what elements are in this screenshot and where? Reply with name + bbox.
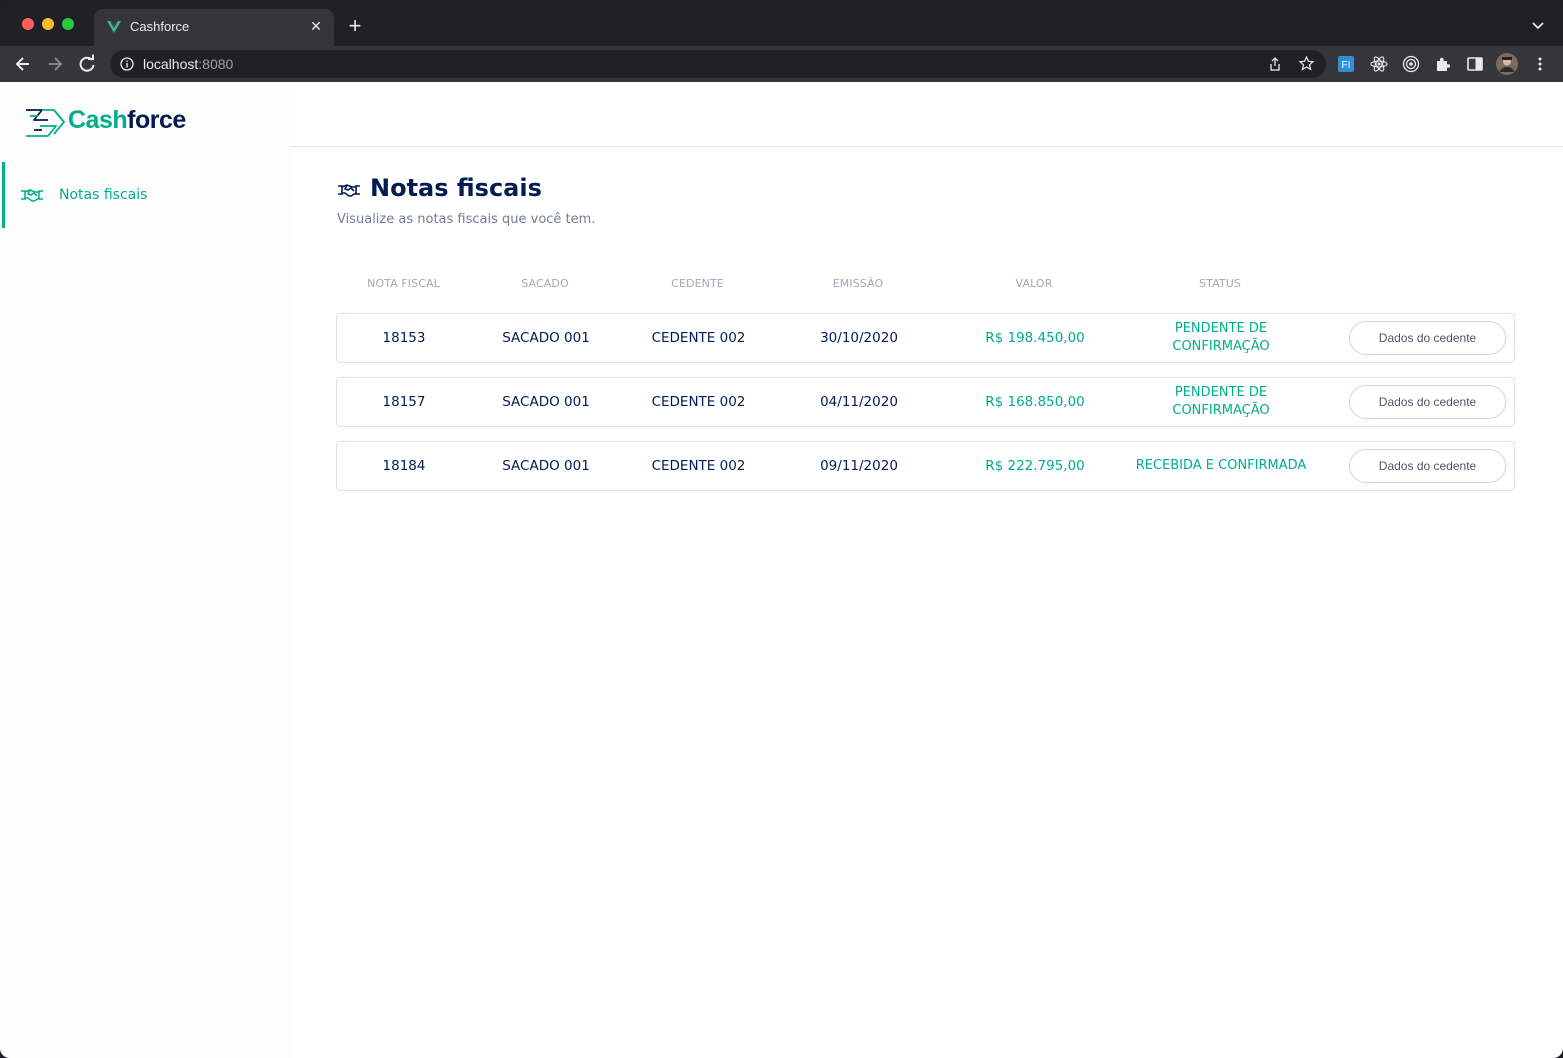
column-header-emissao: EMISSÃO [832, 277, 884, 290]
sidebar-item-label: Notas fiscais [59, 187, 148, 203]
svg-text:FI: FI [1342, 60, 1351, 71]
browser-toolbar: localhost:8080 FI [0, 46, 1563, 82]
cell-status: PENDENTE DE CONFIRMAÇÃO [1128, 378, 1314, 426]
active-indicator [2, 162, 5, 228]
cell-sacado: SACADO 001 [502, 394, 590, 410]
handshake-icon [338, 184, 360, 197]
status-line-1: PENDENTE DE [1174, 321, 1268, 336]
site-info-icon[interactable] [120, 57, 134, 71]
status-line-1: PENDENTE DE [1174, 385, 1268, 400]
cell-status: RECEBIDA E CONFIRMADA [1135, 458, 1307, 473]
cell-emissao: 09/11/2020 [820, 458, 898, 474]
table-row: 18184 SACADO 001 CEDENTE 002 09/11/2020 … [336, 441, 1515, 491]
cell-cedente: CEDENTE 002 [651, 458, 746, 474]
column-header-valor: VALOR [1015, 277, 1053, 290]
table-header: NOTA FISCAL SACADO CEDENTE EMISSÃO VALOR… [337, 277, 1515, 295]
tab-search-chevron-icon[interactable] [1531, 18, 1545, 32]
share-icon[interactable] [1268, 57, 1282, 71]
new-tab-button[interactable]: + [345, 15, 365, 37]
side-panel-icon[interactable] [1466, 55, 1484, 73]
tab-bar: Cashforce ✕ + [0, 0, 1563, 46]
page-topbar [289, 82, 1563, 147]
cell-nota-fiscal: 18157 [382, 394, 426, 410]
browser-tab[interactable]: Cashforce ✕ [94, 9, 334, 46]
status-line-2: CONFIRMAÇÃO [1172, 403, 1270, 418]
extensions-puzzle-icon[interactable] [1434, 55, 1452, 73]
tab-title: Cashforce [130, 19, 190, 34]
reload-icon[interactable] [77, 54, 97, 74]
browser-window: Cashforce ✕ + localhost:8080 FI Cashforc… [0, 0, 1563, 1058]
column-header-nota-fiscal: NOTA FISCAL [367, 277, 440, 290]
cell-sacado: SACADO 001 [502, 330, 590, 346]
cell-valor: R$ 168.850,00 [985, 394, 1085, 410]
cell-nota-fiscal: 18153 [382, 330, 426, 346]
sidebar: Cashforce Notas fiscais [0, 82, 289, 1058]
close-window-button[interactable] [22, 18, 34, 30]
minimize-window-button[interactable] [42, 18, 54, 30]
url-text: localhost:8080 [143, 56, 233, 72]
cell-cedente: CEDENTE 002 [651, 330, 746, 346]
more-menu-icon[interactable] [1531, 55, 1549, 73]
vue-logo-icon [107, 21, 121, 33]
page-title: Notas fiscais [370, 174, 542, 202]
sidebar-item-notas-fiscais[interactable]: Notas fiscais [0, 162, 289, 228]
url-port: :8080 [198, 56, 234, 72]
handshake-icon [21, 189, 43, 202]
logo-wordmark: Cashforce [68, 106, 186, 135]
cell-valor: R$ 198.450,00 [985, 330, 1085, 346]
tab-close-icon[interactable]: ✕ [308, 18, 324, 34]
cell-sacado: SACADO 001 [502, 458, 590, 474]
address-bar[interactable]: localhost:8080 [110, 50, 1326, 78]
column-header-cedente: CEDENTE [671, 277, 724, 290]
url-host: localhost [143, 56, 199, 72]
table-row: 18153 SACADO 001 CEDENTE 002 30/10/2020 … [336, 313, 1515, 363]
react-devtools-icon[interactable] [1370, 55, 1388, 73]
logo-wordmark-force: force [127, 106, 186, 134]
cashforce-logo[interactable]: Cashforce [24, 106, 194, 138]
profile-avatar[interactable] [1496, 53, 1518, 75]
table-row: 18157 SACADO 001 CEDENTE 002 04/11/2020 … [336, 377, 1515, 427]
forward-arrow-icon[interactable] [45, 54, 65, 74]
page-viewport: Cashforce Notas fiscais Notas fiscais Vi… [0, 82, 1563, 1058]
page-header: Notas fiscais Visualize as notas fiscais… [337, 174, 937, 234]
page-subtitle: Visualize as notas fiscais que você tem. [337, 212, 596, 227]
logo-wordmark-cash: Cash [68, 106, 128, 134]
cell-nota-fiscal: 18184 [382, 458, 426, 474]
back-arrow-icon[interactable] [13, 54, 33, 74]
cell-emissao: 04/11/2020 [820, 394, 898, 410]
cell-cedente: CEDENTE 002 [651, 394, 746, 410]
cell-emissao: 30/10/2020 [820, 330, 898, 346]
dados-do-cedente-button[interactable]: Dados do cedente [1349, 321, 1506, 355]
cell-status: PENDENTE DE CONFIRMAÇÃO [1128, 314, 1314, 362]
cashforce-logo-mark-icon [26, 109, 65, 137]
dados-do-cedente-button[interactable]: Dados do cedente [1349, 449, 1506, 483]
column-header-sacado: SACADO [521, 277, 569, 290]
bookmark-star-icon[interactable] [1299, 56, 1314, 71]
extension-fi-icon[interactable]: FI [1337, 55, 1355, 73]
status-line-2: CONFIRMAÇÃO [1172, 339, 1270, 354]
target-extension-icon[interactable] [1402, 55, 1420, 73]
cell-valor: R$ 222.795,00 [985, 458, 1085, 474]
column-header-status: STATUS [1199, 277, 1241, 290]
maximize-window-button[interactable] [62, 18, 74, 30]
dados-do-cedente-button[interactable]: Dados do cedente [1349, 385, 1506, 419]
